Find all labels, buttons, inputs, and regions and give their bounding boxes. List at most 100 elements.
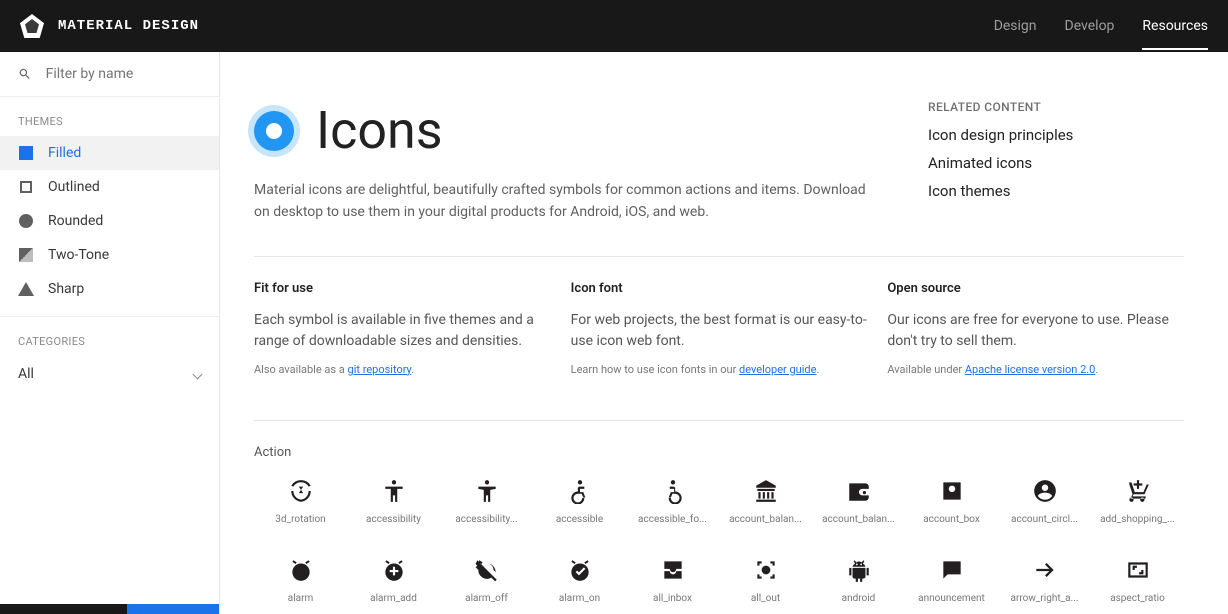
announcement-icon [939, 557, 965, 583]
circle-icon [18, 213, 34, 229]
outlined-square-icon [18, 179, 34, 195]
git-repo-link[interactable]: git repository [348, 363, 412, 376]
3d_rotation-icon [288, 478, 314, 504]
category-select[interactable]: All [0, 356, 219, 392]
chevron-down-icon [194, 366, 201, 382]
arrow_right_a...-icon [1032, 557, 1058, 583]
features: Fit for use Each symbol is available in … [254, 281, 1184, 389]
icon-alarm_on[interactable]: alarm_on [533, 557, 626, 604]
related-link[interactable]: Animated icons [928, 154, 1198, 172]
sidebar-footer [0, 604, 219, 614]
all_out-icon [753, 557, 779, 583]
icon-caption: 3d_rotation [275, 514, 325, 525]
android-icon [846, 557, 872, 583]
icon-account_circl-[interactable]: account_circl... [998, 478, 1091, 525]
icon-alarm_off[interactable]: alarm_off [440, 557, 533, 604]
theme-sharp[interactable]: Sharp [0, 272, 219, 306]
feature-body: Each symbol is available in five themes … [254, 310, 551, 352]
icon-arrow_right_a-[interactable]: arrow_right_a... [998, 557, 1091, 604]
icon-caption: arrow_right_a... [1011, 593, 1079, 604]
icon-caption: aspect_ratio [1110, 593, 1165, 604]
feature-body: For web projects, the best format is our… [571, 310, 868, 352]
accessible_fo...-icon [660, 478, 686, 504]
license-link[interactable]: Apache license version 2.0 [965, 363, 1095, 376]
search-input[interactable] [46, 66, 201, 82]
page-title: Icons [316, 100, 443, 161]
twotone-square-icon [18, 247, 34, 263]
icon-caption: account_circl... [1011, 514, 1078, 525]
theme-filled[interactable]: Filled [0, 136, 219, 170]
feature-body: Our icons are free for everyone to use. … [887, 310, 1184, 352]
top-nav: Design Develop Resources [994, 2, 1208, 50]
icon-caption: add_shopping_... [1100, 514, 1175, 525]
feature-title: Open source [887, 281, 1184, 296]
icon-caption: account_balan... [729, 514, 802, 525]
nav-resources[interactable]: Resources [1142, 2, 1208, 50]
icon-all_out[interactable]: all_out [719, 557, 812, 604]
icon-accessibility-[interactable]: accessibility... [440, 478, 533, 525]
icon-caption: account_balan... [822, 514, 895, 525]
icon-caption: announcement [918, 593, 985, 604]
icon-caption: all_out [751, 593, 780, 604]
hero-badge-icon [254, 111, 294, 151]
icon-account_balan-[interactable]: account_balan... [719, 478, 812, 525]
icon-aspect_ratio[interactable]: aspect_ratio [1091, 557, 1184, 604]
related-link[interactable]: Icon design principles [928, 126, 1198, 144]
icon-caption: alarm_add [370, 593, 417, 604]
icon-add_shopping_-[interactable]: add_shopping_... [1091, 478, 1184, 525]
filled-square-icon [18, 145, 34, 161]
accessibility...-icon [474, 478, 500, 504]
brand-name: MATERIAL DESIGN [58, 18, 199, 34]
icon-caption: alarm_off [465, 593, 508, 604]
nav-develop[interactable]: Develop [1065, 2, 1115, 50]
related-content: RELATED CONTENT Icon design principles A… [928, 100, 1198, 224]
icon-account_balan-[interactable]: account_balan... [812, 478, 905, 525]
aspect_ratio-icon [1125, 557, 1151, 583]
icon-alarm[interactable]: alarm [254, 557, 347, 604]
account_balan...-icon [753, 478, 779, 504]
theme-twotone[interactable]: Two-Tone [0, 238, 219, 272]
page-subtitle: Material icons are delightful, beautiful… [254, 179, 874, 224]
icon-accessibility[interactable]: accessibility [347, 478, 440, 525]
related-link[interactable]: Icon themes [928, 182, 1198, 200]
feature-fine: Available under Apache license version 2… [887, 362, 1184, 379]
icon-caption: account_box [923, 514, 980, 525]
accessibility-icon [381, 478, 407, 504]
feature-fine: Learn how to use icon fonts in our devel… [571, 362, 868, 379]
categories-label: CATEGORIES [0, 317, 219, 356]
search-icon [18, 66, 32, 82]
alarm_off-icon [474, 557, 500, 583]
icon-3d_rotation[interactable]: 3d_rotation [254, 478, 347, 525]
alarm_add-icon [381, 557, 407, 583]
feature-fine: Also available as a git repository. [254, 362, 551, 379]
nav-design[interactable]: Design [994, 2, 1037, 50]
icon-account_box[interactable]: account_box [905, 478, 998, 525]
icon-caption: accessibility [366, 514, 421, 525]
icon-caption: alarm [288, 593, 313, 604]
icon-caption: all_inbox [653, 593, 692, 604]
search-field[interactable] [0, 52, 219, 97]
triangle-icon [18, 281, 34, 297]
all_inbox-icon [660, 557, 686, 583]
add_shopping_...-icon [1125, 478, 1151, 504]
icon-alarm_add[interactable]: alarm_add [347, 557, 440, 604]
topbar: MATERIAL DESIGN Design Develop Resources [0, 0, 1228, 52]
icon-accessible_fo-[interactable]: accessible_fo... [626, 478, 719, 525]
icon-accessible[interactable]: accessible [533, 478, 626, 525]
theme-outlined[interactable]: Outlined [0, 170, 219, 204]
icon-caption: accessible_fo... [638, 514, 707, 525]
grid-section-label: Action [254, 445, 1198, 460]
dev-guide-link[interactable]: developer guide [739, 363, 816, 376]
feature-title: Icon font [571, 281, 868, 296]
alarm-icon [288, 557, 314, 583]
accessible-icon [567, 478, 593, 504]
icon-caption: accessibility... [455, 514, 517, 525]
icon-grid: 3d_rotation accessibility accessibility...… [254, 478, 1184, 614]
theme-rounded[interactable]: Rounded [0, 204, 219, 238]
logo-icon [20, 14, 44, 38]
icon-announcement[interactable]: announcement [905, 557, 998, 604]
icon-all_inbox[interactable]: all_inbox [626, 557, 719, 604]
account_circl...-icon [1032, 478, 1058, 504]
icon-android[interactable]: android [812, 557, 905, 604]
main-content: Icons Material icons are delightful, bea… [220, 52, 1228, 614]
